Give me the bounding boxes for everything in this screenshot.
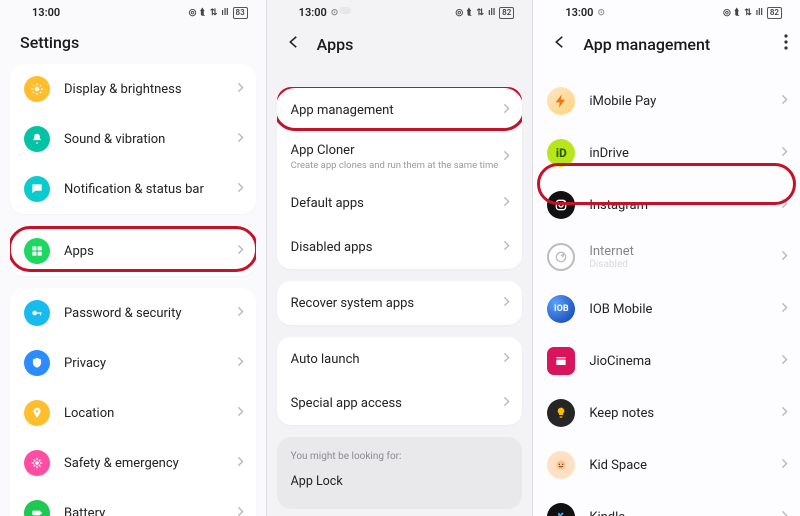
screen-apps: 13:00⊙ ◎⮬⇅ıll 82 Apps App management App… xyxy=(267,0,534,516)
chevron-right-icon xyxy=(237,356,244,371)
apps-row-auto-launch[interactable]: Auto launch xyxy=(277,337,523,381)
app-row-kid-space[interactable]: Kid Space xyxy=(533,439,800,491)
grid-icon xyxy=(24,238,50,264)
clock: 13:00 xyxy=(299,6,327,19)
back-button[interactable] xyxy=(551,33,569,55)
apps-row-special-app-access[interactable]: Special app access xyxy=(277,381,523,425)
status-icons: ◎⮬⇅ıll 82 xyxy=(455,7,514,19)
status-icons: ◎⮬⇅ıll 82 xyxy=(723,7,782,19)
app-icon-internet xyxy=(547,243,575,271)
page-title-settings: Settings xyxy=(0,19,266,66)
chevron-right-icon xyxy=(237,456,244,471)
chevron-right-icon xyxy=(503,396,510,411)
burst-icon xyxy=(24,450,50,476)
pin-icon xyxy=(24,400,50,426)
clock: 13:00 xyxy=(32,6,60,19)
chevron-right-icon xyxy=(237,244,244,259)
apps-row-app-cloner[interactable]: App Cloner Create app clones and run the… xyxy=(277,133,523,181)
hint-value: App Lock xyxy=(291,474,509,489)
settings-row-battery[interactable]: Battery xyxy=(10,488,256,516)
app-row-internet[interactable]: Internet Disabled xyxy=(533,231,800,283)
chevron-right-icon xyxy=(781,250,788,265)
apps-row-app-management[interactable]: App management xyxy=(277,87,523,133)
app-row-indrive[interactable]: iD inDrive xyxy=(533,127,800,179)
header-app-management: App management xyxy=(533,19,800,69)
more-menu-button[interactable] xyxy=(784,34,788,54)
settings-row-sound-vibration[interactable]: Sound & vibration xyxy=(10,114,256,164)
sun-icon xyxy=(24,76,50,102)
chevron-right-icon xyxy=(781,146,788,161)
chevron-right-icon xyxy=(503,103,510,118)
bell-icon xyxy=(24,126,50,152)
chevron-right-icon xyxy=(237,132,244,147)
hint-label: You might be looking for: xyxy=(291,451,509,462)
key-icon xyxy=(24,300,50,326)
app-row-jiocinema[interactable]: JioCinema xyxy=(533,335,800,387)
app-row-keep-notes[interactable]: Keep notes xyxy=(533,387,800,439)
chevron-right-icon xyxy=(781,406,788,421)
battery-icon xyxy=(24,500,50,516)
shield-icon xyxy=(24,350,50,376)
screen-app-management: 13:00⊙ ◎⮬⇅ıll 82 App management iMobile … xyxy=(533,0,800,516)
chevron-right-icon xyxy=(503,150,510,165)
chevron-right-icon xyxy=(781,458,788,473)
chevron-right-icon xyxy=(781,302,788,317)
back-button[interactable] xyxy=(285,33,303,55)
screen-settings: 13:00 ◎⮬⇅ıll 83 Settings Display & brigh… xyxy=(0,0,267,516)
settings-row-apps[interactable]: Apps xyxy=(10,226,256,276)
app-icon-iob: IOB xyxy=(547,295,575,323)
hint-card[interactable]: You might be looking for: App Lock xyxy=(277,437,523,509)
chevron-right-icon xyxy=(503,196,510,211)
chevron-right-icon xyxy=(237,306,244,321)
apps-row-disabled-apps[interactable]: Disabled apps xyxy=(277,225,523,269)
app-row-iob-mobile[interactable]: IOB IOB Mobile xyxy=(533,283,800,335)
chevron-right-icon xyxy=(503,352,510,367)
status-bar: 13:00⊙ ◎⮬⇅ıll 82 xyxy=(533,0,800,19)
settings-row-notification-statusbar[interactable]: Notification & status bar xyxy=(10,164,256,214)
app-icon-indrive: iD xyxy=(547,139,575,167)
status-bar: 13:00⊙ ◎⮬⇅ıll 82 xyxy=(267,0,533,19)
settings-row-display-brightness[interactable]: Display & brightness xyxy=(10,64,256,114)
header-apps: Apps xyxy=(267,19,533,69)
chat-icon xyxy=(24,176,50,202)
chevron-right-icon xyxy=(237,82,244,97)
app-row-kindle[interactable]: Kindle xyxy=(533,491,800,516)
chevron-right-icon xyxy=(781,198,788,213)
app-icon-instagram xyxy=(547,191,575,219)
status-icons: ◎⮬⇅ıll 83 xyxy=(189,7,248,19)
app-icon-kindle xyxy=(547,503,575,516)
settings-row-password-security[interactable]: Password & security xyxy=(10,288,256,338)
chevron-right-icon xyxy=(503,296,510,311)
app-icon-kidspace xyxy=(547,451,575,479)
chevron-right-icon xyxy=(237,182,244,197)
app-icon-keepnotes xyxy=(547,399,575,427)
apps-row-default-apps[interactable]: Default apps xyxy=(277,181,523,225)
chevron-right-icon xyxy=(781,94,788,109)
chevron-right-icon xyxy=(781,354,788,369)
page-title: App management xyxy=(583,35,710,54)
app-row-instagram[interactable]: Instagram xyxy=(533,179,800,231)
apps-row-recover-system-apps[interactable]: Recover system apps xyxy=(277,281,523,325)
settings-row-location[interactable]: Location xyxy=(10,388,256,438)
settings-row-safety-emergency[interactable]: Safety & emergency xyxy=(10,438,256,488)
chevron-right-icon xyxy=(781,510,788,516)
app-icon-jiocinema xyxy=(547,347,575,375)
clock: 13:00 xyxy=(565,6,593,19)
chevron-right-icon xyxy=(503,240,510,255)
app-icon-imobile xyxy=(547,87,575,115)
chevron-right-icon xyxy=(237,506,244,516)
status-bar: 13:00 ◎⮬⇅ıll 83 xyxy=(0,0,266,19)
page-title: Apps xyxy=(317,35,354,54)
chevron-right-icon xyxy=(237,406,244,421)
settings-row-privacy[interactable]: Privacy xyxy=(10,338,256,388)
app-row-imobile-pay[interactable]: iMobile Pay xyxy=(533,75,800,127)
